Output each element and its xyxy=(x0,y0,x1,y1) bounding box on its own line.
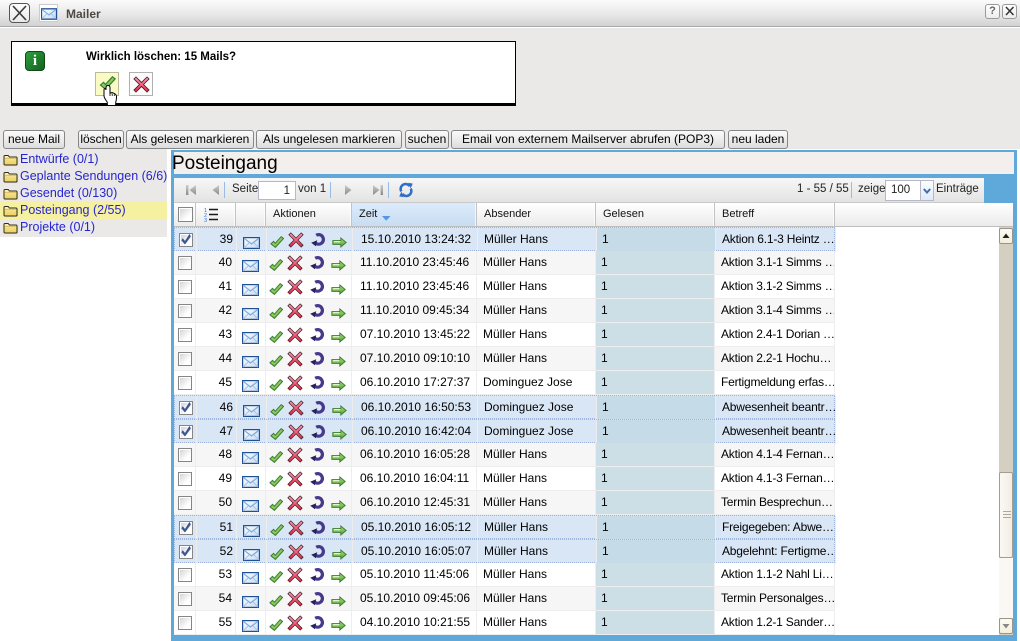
svg-text:3: 3 xyxy=(204,218,207,222)
